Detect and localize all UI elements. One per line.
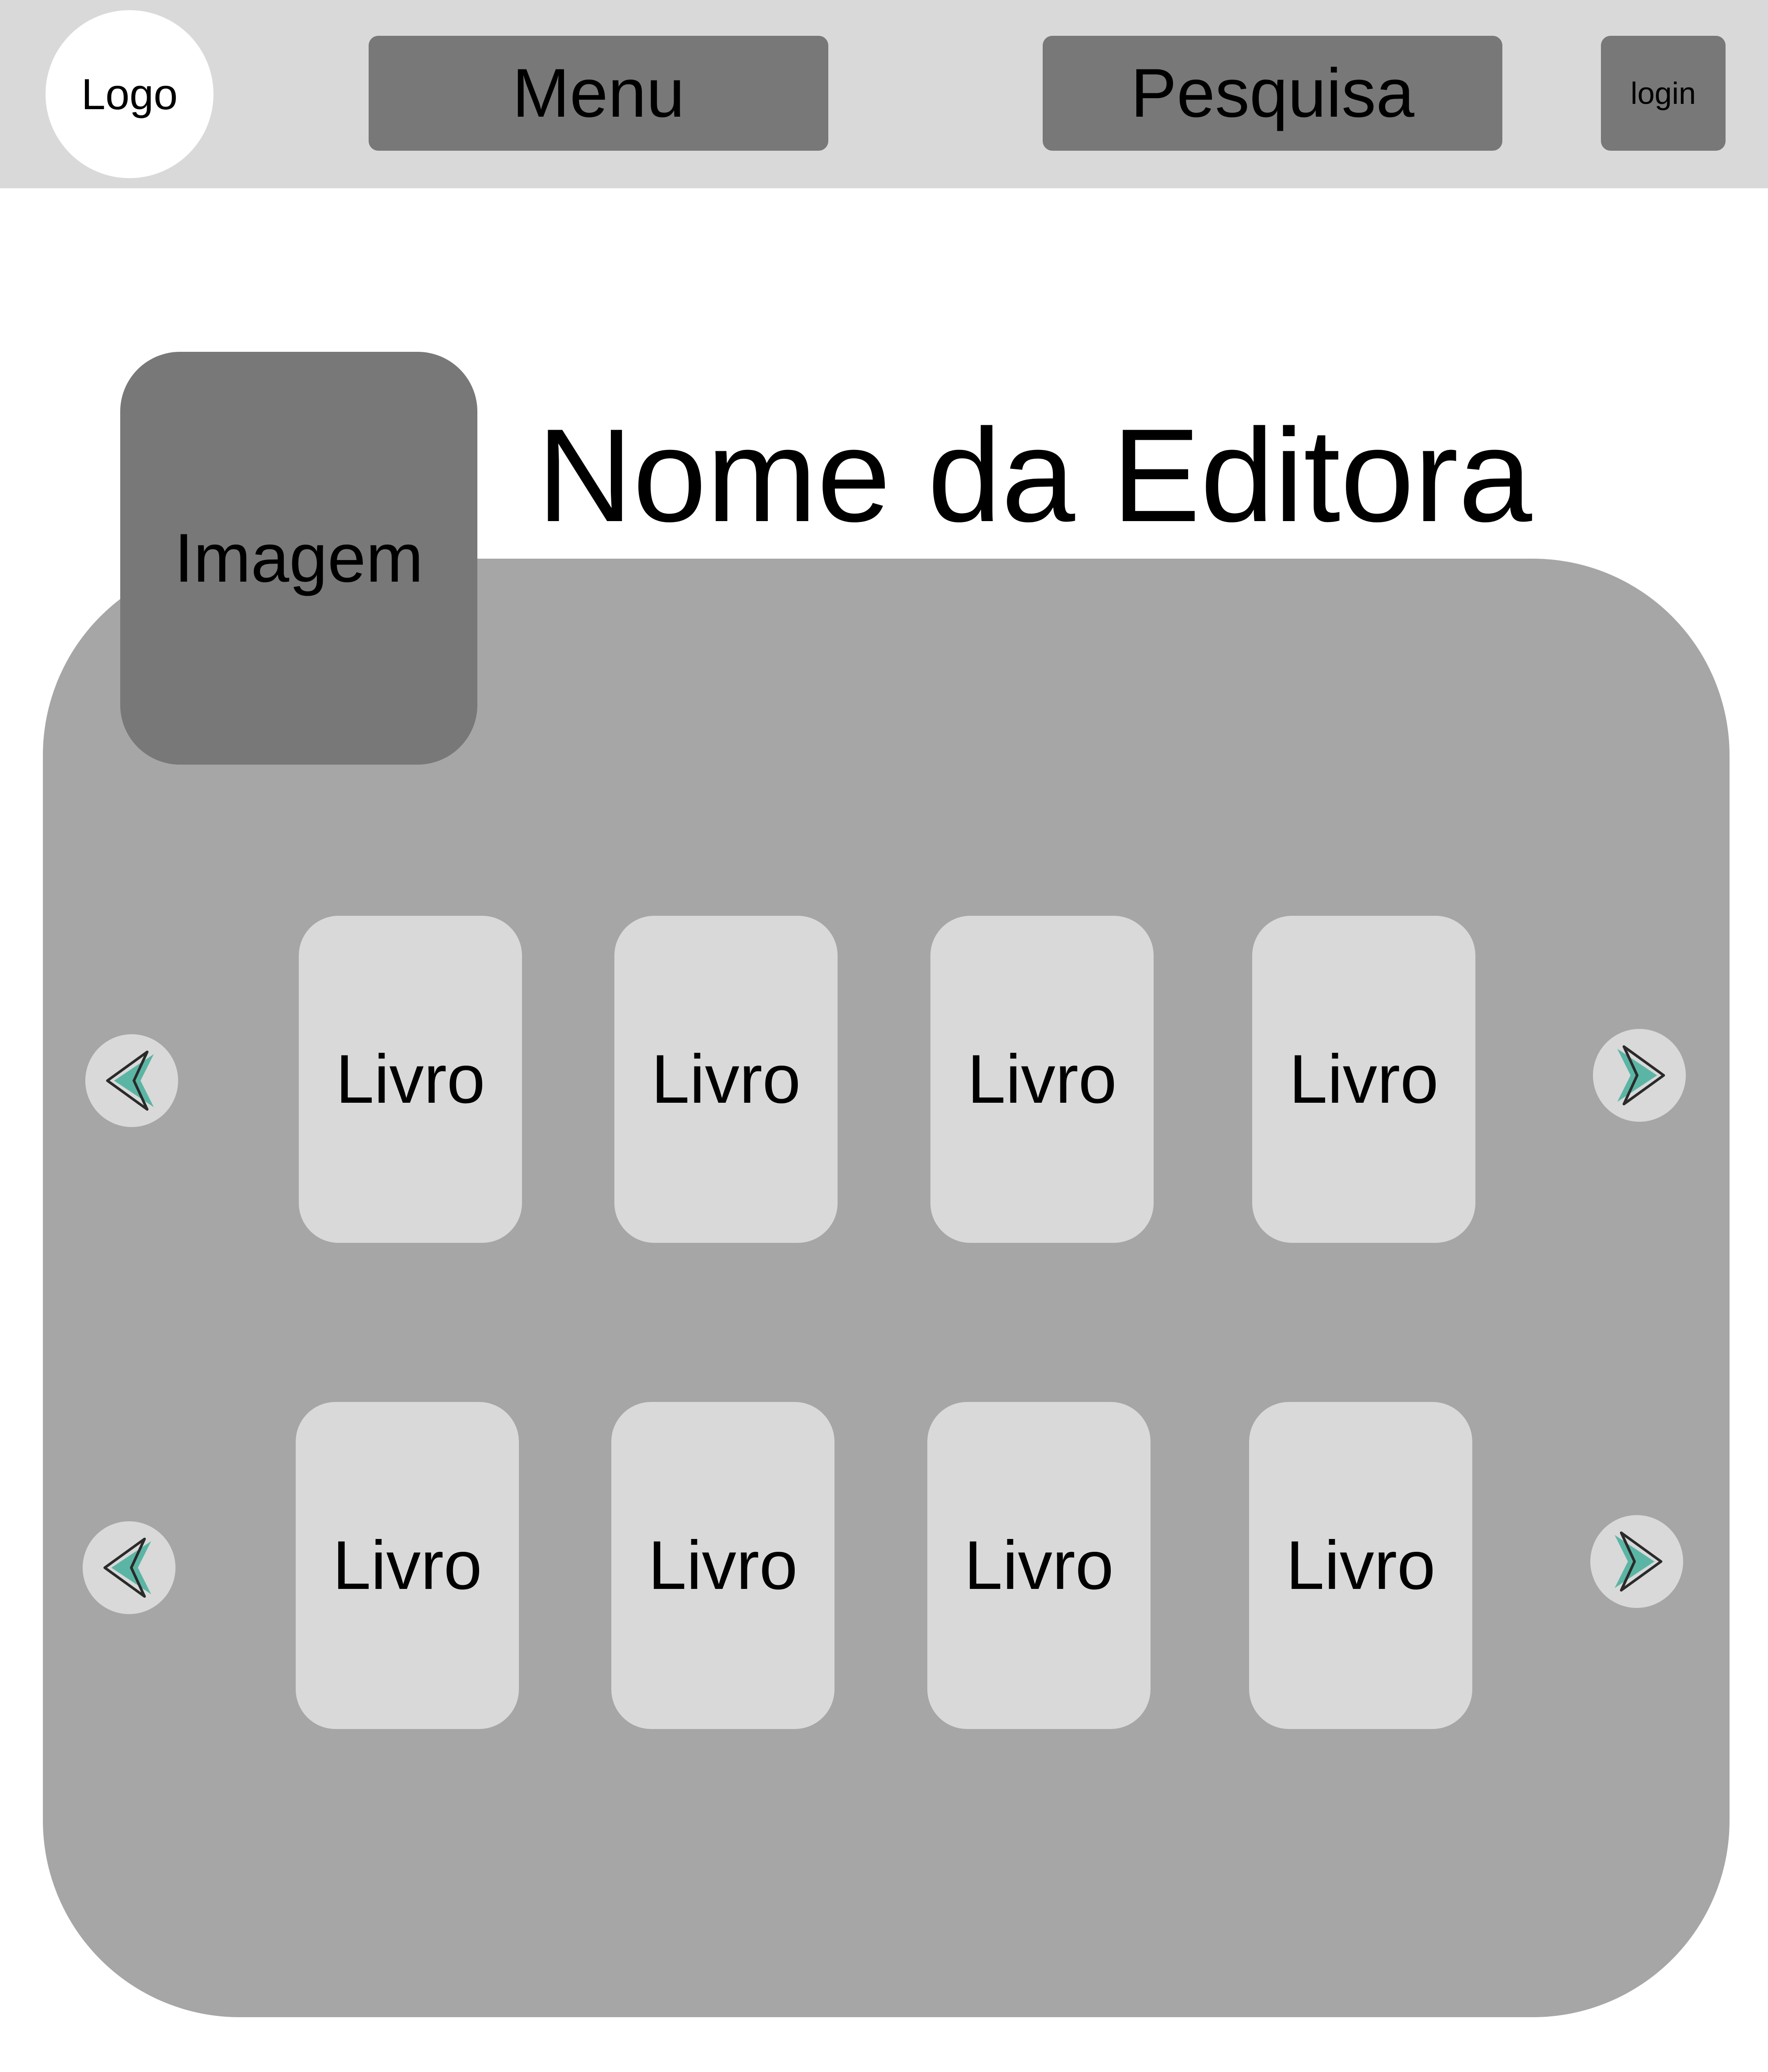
- menu-button-label: Menu: [512, 54, 685, 132]
- search-button[interactable]: Pesquisa: [1043, 36, 1502, 151]
- book-card[interactable]: Livro: [296, 1402, 519, 1729]
- publisher-image: Imagem: [120, 352, 477, 765]
- book-card[interactable]: Livro: [299, 916, 522, 1243]
- carousel-1-prev-button[interactable]: [85, 1034, 178, 1127]
- carousel-2-prev-button[interactable]: [83, 1521, 175, 1614]
- top-navigation-bar: Logo Menu Pesquisa login: [0, 0, 1768, 188]
- book-card-label: Livro: [967, 1040, 1117, 1118]
- login-button-label: login: [1631, 76, 1696, 110]
- book-card[interactable]: Livro: [611, 1402, 834, 1729]
- publisher-name: Nome da Editora: [537, 401, 1532, 549]
- book-card[interactable]: Livro: [1252, 916, 1475, 1243]
- book-card-label: Livro: [648, 1527, 798, 1604]
- book-card[interactable]: Livro: [614, 916, 838, 1243]
- publisher-image-label: Imagem: [174, 519, 423, 597]
- chevron-right-icon: [1615, 1531, 1662, 1592]
- book-card-label: Livro: [335, 1040, 485, 1118]
- publisher-panel: [43, 559, 1730, 2017]
- logo[interactable]: Logo: [46, 10, 213, 178]
- carousel-2-next-button[interactable]: [1590, 1515, 1683, 1608]
- book-card[interactable]: Livro: [930, 916, 1154, 1243]
- book-card[interactable]: Livro: [1249, 1402, 1472, 1729]
- carousel-1-next-button[interactable]: [1593, 1029, 1686, 1122]
- login-button[interactable]: login: [1601, 36, 1726, 151]
- book-card-label: Livro: [651, 1040, 801, 1118]
- book-card[interactable]: Livro: [927, 1402, 1151, 1729]
- book-card-label: Livro: [1289, 1040, 1439, 1118]
- logo-label: Logo: [81, 69, 178, 118]
- chevron-right-icon: [1617, 1045, 1665, 1105]
- book-card-label: Livro: [964, 1527, 1114, 1604]
- menu-button[interactable]: Menu: [369, 36, 828, 151]
- chevron-left-icon: [106, 1051, 154, 1111]
- search-button-label: Pesquisa: [1131, 54, 1414, 132]
- chevron-left-icon: [103, 1538, 151, 1598]
- book-card-label: Livro: [1286, 1527, 1436, 1604]
- book-card-label: Livro: [332, 1527, 482, 1604]
